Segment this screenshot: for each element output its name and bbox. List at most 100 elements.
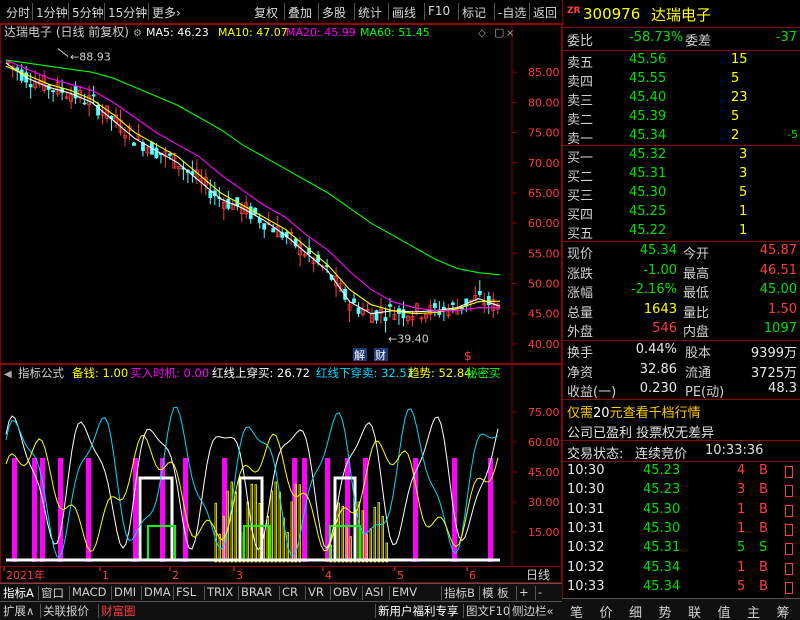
tab-separator — [509, 604, 510, 618]
tick-price: 45.23 — [643, 482, 681, 498]
tick-side: B — [759, 559, 768, 575]
tab-8[interactable]: BRAR — [241, 585, 272, 599]
ask-row: 卖一 45.34 2 -5 — [563, 127, 800, 147]
quote-tab-2[interactable]: 价 — [600, 602, 613, 620]
quote-tab-6[interactable]: 值 — [718, 602, 731, 620]
fundamental-label: 换手 — [567, 346, 594, 361]
indicator-value-2: 买入时机: 0.00 — [130, 366, 209, 380]
settings-icon[interactable]: ⚙ — [133, 28, 142, 39]
quote-tab-1[interactable]: 笔 — [570, 602, 583, 620]
toolbar-14[interactable]: 返回 — [533, 4, 557, 21]
ask-price[interactable]: 45.55 — [629, 71, 666, 86]
price-tick-label: 75.00 — [528, 127, 560, 140]
stock-code[interactable]: 300976 — [583, 5, 640, 23]
tab-10[interactable]: VR — [308, 585, 324, 599]
toolbar-3[interactable]: 5分钟 — [72, 4, 104, 21]
time-axis-border — [0, 566, 562, 583]
tick-volume: 5 — [737, 540, 746, 556]
tab-5[interactable]: DMA — [144, 585, 171, 599]
bid-label: 买二 — [567, 170, 594, 185]
quote-tab-8[interactable]: 筹 — [777, 602, 790, 620]
toolbar-13[interactable]: -自选 — [498, 4, 526, 21]
bid-price[interactable]: 45.30 — [629, 185, 666, 200]
tick-time: 10:33 — [567, 578, 605, 594]
tab-6[interactable]: FSL — [176, 585, 196, 599]
ext-tab-4[interactable]: 新用户福利专享 — [378, 603, 459, 619]
toolbar-12[interactable]: 标记 — [462, 4, 486, 21]
tab-7[interactable]: TRIX — [207, 585, 233, 599]
toolbar-11[interactable]: F10 — [428, 4, 450, 18]
unlock-marker[interactable]: 解 — [354, 348, 365, 362]
tab-3[interactable]: MACD — [72, 585, 106, 599]
toolbar-8[interactable]: 多股 — [322, 4, 346, 21]
quote-tab-5[interactable]: 联 — [688, 602, 701, 620]
tab-11[interactable]: OBV — [333, 585, 357, 599]
ext-tab-1[interactable]: 扩展∧ — [3, 603, 34, 619]
toolbar-9[interactable]: 统计 — [358, 4, 382, 21]
toolbar-10[interactable]: 画线 — [392, 4, 416, 21]
quote-tab-7[interactable]: 主 — [747, 602, 760, 620]
tab-separator — [362, 586, 363, 600]
dividend-marker[interactable]: $ — [464, 349, 472, 363]
price-tick-label: 65.00 — [528, 187, 560, 200]
tab-16[interactable]: + — [519, 585, 529, 599]
ext-tab-3[interactable]: 财富圈 — [101, 603, 136, 619]
indicator-tick-label: 15.00 — [528, 526, 560, 539]
toolbar-1[interactable]: 分时 — [6, 4, 30, 21]
toolbar-6[interactable]: 复权 — [254, 4, 278, 21]
ext-tab-6[interactable]: 侧边栏« — [512, 603, 554, 619]
ask-price[interactable]: 45.34 — [629, 128, 666, 143]
indicator-value-4: 红线下穿卖: 32.51 — [316, 366, 414, 380]
diamond-icon[interactable]: ◇ — [478, 28, 486, 39]
tab-2[interactable]: 窗口 — [41, 585, 64, 601]
fundamental-value: 0.230 — [639, 381, 677, 396]
tab-1[interactable]: 指标A — [3, 585, 34, 601]
toolbar-2[interactable]: 1分钟 — [36, 4, 68, 21]
tab-17[interactable]: - — [538, 585, 542, 599]
indicator-chart[interactable]: ◀ 指标公式 备钱: 1.00 买入时机: 0.00 红线上穿买: 26.72 红线下穿卖… — [0, 364, 562, 568]
bid-price[interactable]: 45.25 — [629, 204, 666, 219]
promo-row[interactable]: 仅需20元查看千档行情 — [563, 400, 800, 421]
period-label[interactable]: 日线 — [526, 568, 550, 582]
collapse-icon[interactable]: ▢ — [494, 26, 504, 39]
indicator-menu-icon[interactable]: ◀ — [4, 369, 12, 380]
tick-volume: 4 — [737, 463, 746, 478]
tab-14[interactable]: 指标B — [444, 585, 475, 601]
indicator-name[interactable]: 指标公式 — [18, 366, 64, 380]
ma-label-4: MA60: 51.45 — [360, 26, 430, 39]
tab-4[interactable]: DMI — [114, 585, 136, 599]
finance-marker[interactable]: 财 — [375, 348, 386, 362]
tab-12[interactable]: ASI — [365, 585, 384, 599]
tick-time: 10:30 — [567, 463, 605, 478]
candle-body — [477, 290, 482, 295]
ask-price[interactable]: 45.39 — [629, 109, 666, 124]
quote-tab-3[interactable]: 细 — [629, 602, 642, 620]
toolbar-4[interactable]: 15分钟 — [108, 4, 147, 21]
candle-body — [356, 307, 361, 314]
ask-price[interactable]: 45.40 — [629, 90, 666, 105]
ask-price[interactable]: 45.56 — [629, 52, 666, 67]
ask-volume: 15 — [731, 52, 748, 67]
weibi-label: 委比 — [567, 34, 594, 49]
ext-tab-5[interactable]: 图文F10 — [466, 603, 510, 619]
stat-value: 1643 — [643, 301, 677, 317]
ask-volume: 5 — [731, 109, 740, 124]
stock-name[interactable]: 达瑞电子 — [651, 4, 711, 25]
toolbar-separator — [32, 3, 33, 20]
tick-indicator — [785, 543, 793, 556]
kline-chart[interactable]: 达瑞电子 (日线 前复权) ⚙ MA5: 46.23 MA10: 47.07MA20:… — [0, 24, 562, 364]
close-icon[interactable]: × — [506, 28, 514, 39]
bid-price[interactable]: 45.31 — [629, 166, 666, 181]
volume-bar — [234, 491, 237, 563]
ma-label-2: MA10: 47.07 — [218, 26, 288, 39]
promo-text[interactable]: 仅需20元查看千档行情 — [567, 402, 701, 421]
tab-15[interactable]: 模 板 — [482, 585, 509, 601]
bid-price[interactable]: 45.32 — [629, 147, 666, 162]
toolbar-5[interactable]: 更多› — [152, 4, 181, 21]
toolbar-7[interactable]: 叠加 — [288, 4, 312, 21]
tab-9[interactable]: CR — [282, 585, 298, 599]
tab-13[interactable]: EMV — [392, 585, 417, 599]
ext-tab-2[interactable]: 关联报价 — [43, 603, 89, 619]
quote-tab-4[interactable]: 势 — [659, 602, 672, 620]
bid-price[interactable]: 45.22 — [629, 223, 666, 238]
